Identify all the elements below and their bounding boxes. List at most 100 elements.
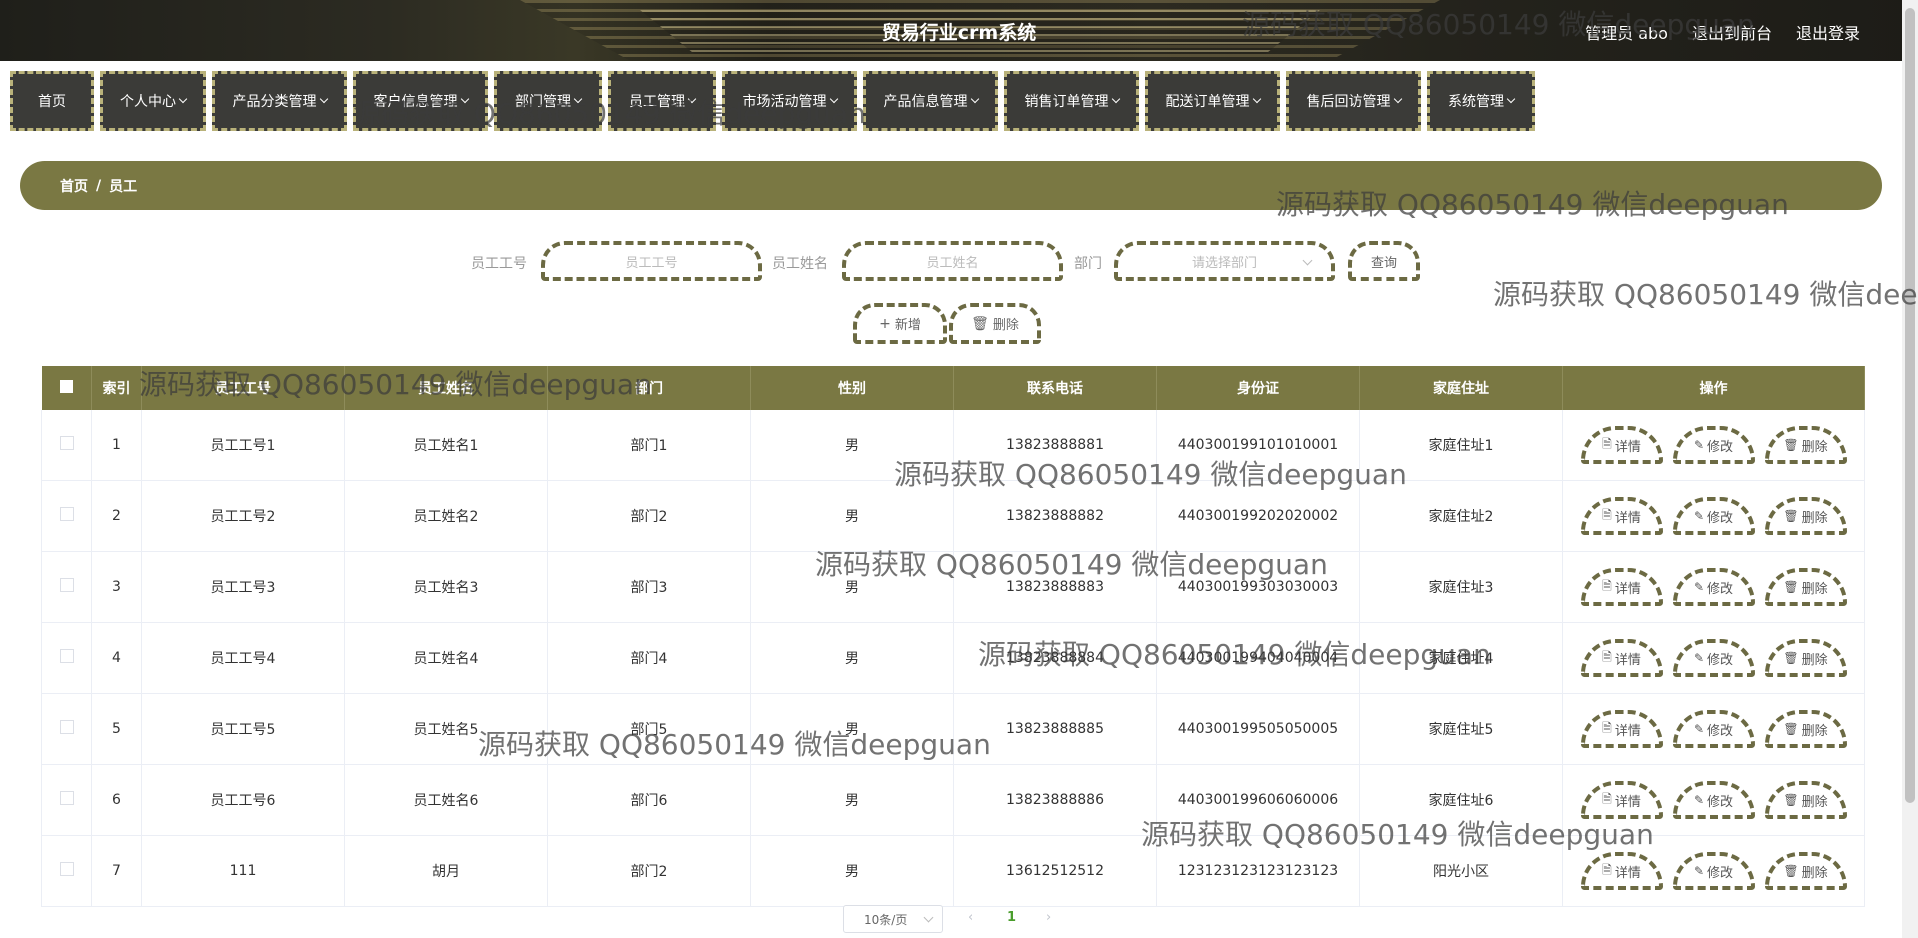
add-button[interactable]: + 新增 [853, 303, 947, 344]
row-checkbox[interactable] [59, 791, 74, 805]
row-checkbox-cell[interactable] [41, 410, 92, 481]
vertical-scrollbar[interactable] [1902, 0, 1918, 938]
page-number-current[interactable]: 1 [1007, 910, 1016, 925]
edit-button[interactable]: ✎ 修改 [1672, 426, 1755, 464]
cell-phone: 13823888882 [953, 480, 1157, 552]
delete-button[interactable]: 🗑 删除 [1764, 568, 1847, 606]
emp-name-input[interactable]: 员工姓名 [842, 241, 1063, 281]
detail-button[interactable]: 🗎 详情 [1580, 639, 1663, 677]
select-all-checkbox[interactable] [59, 379, 73, 393]
nav-item-7[interactable]: 产品信息管理 [863, 71, 998, 131]
select-all-checkbox-cell[interactable] [41, 366, 92, 410]
dept-select[interactable]: 请选择部门 [1114, 241, 1335, 281]
edit-button[interactable]: ✎ 修改 [1672, 639, 1755, 677]
nav-item-label: 产品分类管理 [232, 94, 317, 110]
pencil-icon: ✎ [1693, 438, 1705, 452]
row-checkbox-cell[interactable] [41, 622, 92, 694]
breadcrumb-home[interactable]: 首页 [60, 176, 88, 196]
row-checkbox[interactable] [59, 862, 74, 876]
edit-button-label: 修改 [1707, 510, 1734, 526]
nav-item-3[interactable]: 客户信息管理 [353, 71, 488, 131]
delete-button[interactable]: 🗑 删除 [1764, 781, 1847, 819]
col-header-name: 员工姓名 [344, 366, 548, 410]
cell-emp-no: 员工工号4 [141, 622, 345, 694]
detail-button-label: 详情 [1614, 439, 1641, 455]
cell-gender: 男 [750, 480, 954, 552]
detail-button[interactable]: 🗎 详情 [1580, 497, 1663, 535]
nav-item-11[interactable]: 系统管理 [1427, 71, 1535, 131]
exit-to-front-link[interactable]: 退出到前台 [1692, 20, 1772, 44]
row-checkbox[interactable] [59, 436, 74, 450]
admin-user-label[interactable]: 管理员 abo [1585, 20, 1668, 44]
cell-address: 阳光小区 [1359, 835, 1563, 907]
document-icon: 🗎 [1602, 649, 1612, 664]
cell-id-card: 440300199101010001 [1156, 410, 1360, 481]
detail-button[interactable]: 🗎 详情 [1580, 781, 1663, 819]
cell-phone: 13823888885 [953, 693, 1157, 765]
nav-item-2[interactable]: 产品分类管理 [212, 71, 347, 131]
delete-button[interactable]: 🗑 删除 [1764, 852, 1847, 890]
row-checkbox[interactable] [59, 578, 74, 592]
delete-button[interactable]: 🗑 删除 [1764, 710, 1847, 748]
table-row: 1 员工工号1 员工姓名1 部门1 男 13823888881 44030019910101… [41, 410, 1865, 481]
cell-index: 5 [91, 693, 142, 765]
delete-button-label: 删除 [1801, 865, 1828, 881]
row-checkbox-cell[interactable] [41, 551, 92, 623]
delete-button-label: 删除 [1801, 723, 1828, 739]
trash-icon: 🗑 [971, 315, 989, 332]
edit-button[interactable]: ✎ 修改 [1672, 568, 1755, 606]
batch-delete-button[interactable]: 🗑 删除 [949, 303, 1041, 344]
nav-item-9[interactable]: 配送订单管理 [1145, 71, 1280, 131]
row-checkbox[interactable] [59, 507, 74, 521]
detail-button[interactable]: 🗎 详情 [1580, 710, 1663, 748]
cell-address: 家庭住址6 [1359, 764, 1563, 836]
edit-button[interactable]: ✎ 修改 [1672, 852, 1755, 890]
nav-item-1[interactable]: 个人中心 [100, 71, 206, 131]
delete-button[interactable]: 🗑 删除 [1764, 497, 1847, 535]
chevron-down-icon [460, 94, 469, 104]
row-checkbox-cell[interactable] [41, 835, 92, 907]
row-checkbox-cell[interactable] [41, 480, 92, 552]
chevron-down-icon [829, 94, 838, 104]
page-size-select[interactable]: 10条/页 [843, 905, 943, 933]
pencil-icon: ✎ [1693, 509, 1705, 523]
trash-icon: 🗑 [1783, 580, 1799, 594]
chevron-down-icon [1302, 255, 1313, 266]
cell-index: 3 [91, 551, 142, 623]
prev-page-button[interactable]: ‹ [968, 910, 973, 925]
cell-emp-no: 员工工号2 [141, 480, 345, 552]
nav-item-label: 售后回访管理 [1306, 94, 1391, 110]
detail-button[interactable]: 🗎 详情 [1580, 852, 1663, 890]
cell-gender: 男 [750, 693, 954, 765]
row-checkbox-cell[interactable] [41, 693, 92, 765]
nav-item-10[interactable]: 售后回访管理 [1286, 71, 1421, 131]
cell-gender: 男 [750, 835, 954, 907]
delete-button[interactable]: 🗑 删除 [1764, 426, 1847, 464]
nav-item-0[interactable]: 首页 [10, 71, 94, 131]
row-checkbox-cell[interactable] [41, 764, 92, 836]
nav-item-6[interactable]: 市场活动管理 [722, 71, 857, 131]
edit-button[interactable]: ✎ 修改 [1672, 497, 1755, 535]
detail-button[interactable]: 🗎 详情 [1580, 568, 1663, 606]
nav-item-5[interactable]: 员工管理 [608, 71, 716, 131]
nav-item-4[interactable]: 部门管理 [494, 71, 602, 131]
cell-index: 4 [91, 622, 142, 694]
edit-button-label: 修改 [1707, 723, 1734, 739]
scrollbar-thumb[interactable] [1905, 8, 1915, 803]
row-checkbox[interactable] [59, 720, 74, 734]
next-page-button[interactable]: › [1046, 910, 1051, 925]
logout-link[interactable]: 退出登录 [1796, 20, 1860, 44]
edit-button[interactable]: ✎ 修改 [1672, 781, 1755, 819]
cell-gender: 男 [750, 551, 954, 623]
query-button[interactable]: 查询 [1348, 241, 1420, 281]
emp-no-input[interactable]: 员工工号 [541, 241, 762, 281]
edit-button[interactable]: ✎ 修改 [1672, 710, 1755, 748]
row-checkbox[interactable] [59, 649, 74, 663]
batch-delete-label: 删除 [992, 318, 1019, 333]
detail-button[interactable]: 🗎 详情 [1580, 426, 1663, 464]
delete-button[interactable]: 🗑 删除 [1764, 639, 1847, 677]
detail-button-label: 详情 [1614, 794, 1641, 810]
cell-name: 员工姓名6 [344, 764, 548, 836]
document-icon: 🗎 [1602, 720, 1612, 735]
nav-item-8[interactable]: 销售订单管理 [1004, 71, 1139, 131]
